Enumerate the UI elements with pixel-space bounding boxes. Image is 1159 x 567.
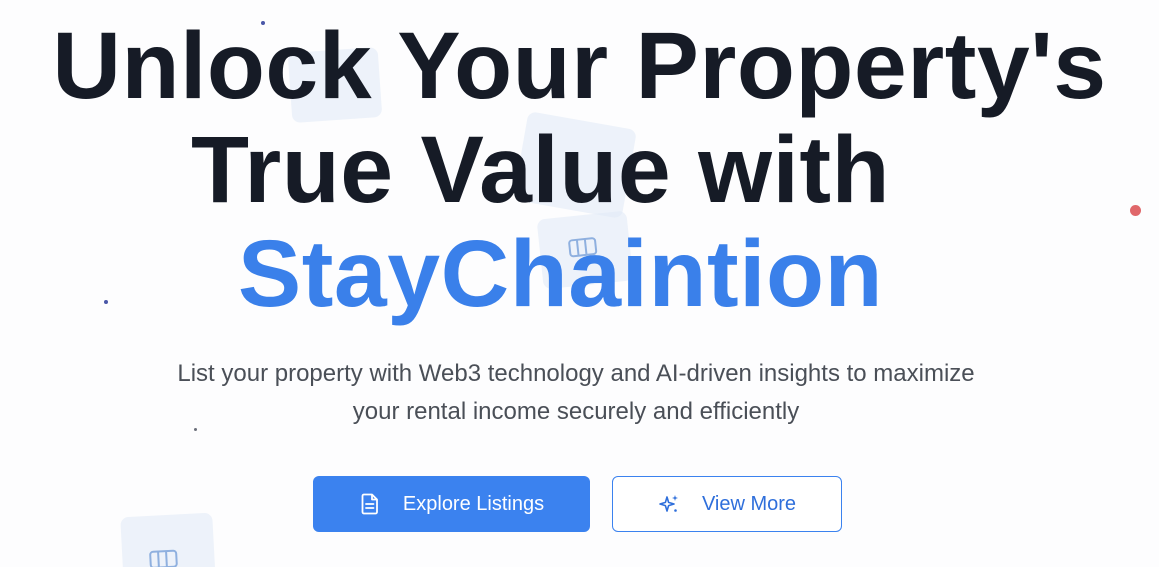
wallet-icon	[149, 549, 178, 567]
view-more-label: View More	[701, 492, 797, 515]
floating-card-decoration	[120, 512, 216, 567]
sparkles-icon	[658, 493, 680, 515]
hero-title-brand: StayChaintion	[237, 221, 884, 327]
hero-subtitle: List your property with Web3 technology …	[0, 355, 1159, 431]
hero-subtitle-line-2: your rental income securely and efficien…	[352, 398, 800, 425]
explore-listings-label: Explore Listings	[402, 492, 545, 515]
hero-title-line-2: True Value with	[190, 117, 891, 223]
explore-listings-button[interactable]: Explore Listings	[313, 476, 590, 532]
hero-subtitle-line-1: List your property with Web3 technology …	[177, 360, 975, 387]
view-more-button[interactable]: View More	[612, 476, 842, 532]
hero-title: Unlock Your Property's True Value with S…	[0, 14, 1159, 326]
document-icon	[359, 493, 381, 515]
hero-page: Unlock Your Property's True Value with S…	[0, 0, 1159, 567]
hero-title-line-1: Unlock Your Property's	[52, 13, 1107, 119]
